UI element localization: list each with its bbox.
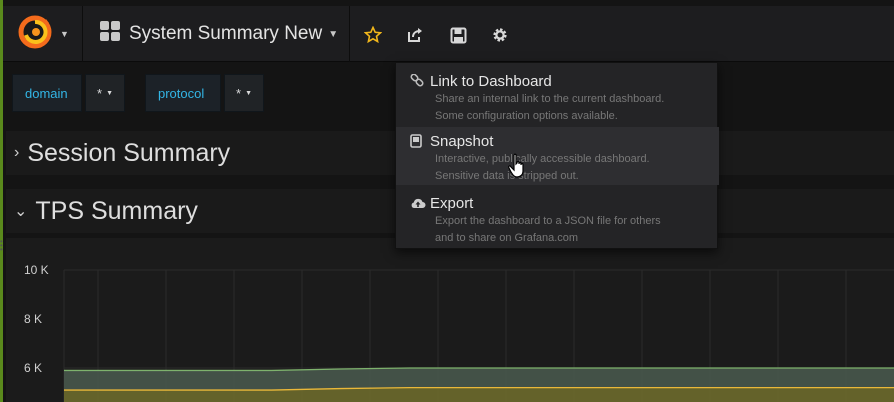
y-tick-label: 8 K bbox=[24, 312, 43, 326]
series-area bbox=[64, 368, 894, 391]
grafana-menu-button[interactable]: ▼ bbox=[3, 6, 83, 62]
variable-value: * bbox=[236, 85, 242, 101]
hand-cursor-icon bbox=[508, 153, 528, 184]
dashboard-grid-icon bbox=[99, 20, 121, 48]
caret-down-icon: ▼ bbox=[106, 89, 113, 97]
menu-item-description: and to share on Grafana.com bbox=[435, 232, 579, 244]
y-tick-label: 6 K bbox=[24, 361, 43, 375]
share-dropdown-menu: Link to Dashboard Share an internal link… bbox=[395, 62, 719, 249]
tps-graph-panel bbox=[6, 238, 894, 402]
caret-down-icon: ▼ bbox=[60, 29, 69, 39]
variable-dropdown-protocol[interactable]: * ▼ bbox=[224, 74, 264, 112]
cloud-upload-icon bbox=[410, 197, 430, 209]
menu-item-title: Snapshot bbox=[430, 132, 494, 150]
menu-item-description: Export the dashboard to a JSON file for … bbox=[435, 215, 661, 227]
menu-item-description: Interactive, publically accessible dashb… bbox=[435, 153, 650, 165]
menu-item-link-to-dashboard[interactable]: Link to Dashboard Share an internal link… bbox=[396, 69, 719, 127]
variable-label-protocol: protocol bbox=[145, 74, 221, 112]
menu-item-export[interactable]: Export Export the dashboard to a JSON fi… bbox=[396, 189, 719, 247]
menu-item-title: Link to Dashboard bbox=[430, 72, 552, 90]
gear-icon[interactable] bbox=[488, 24, 512, 46]
menu-item-description: Some configuration options available. bbox=[435, 110, 618, 122]
caret-down-icon: ▼ bbox=[245, 89, 252, 97]
share-icon[interactable] bbox=[403, 24, 427, 46]
menu-item-description: Sensitive data is stripped out. bbox=[435, 170, 579, 182]
variable-value: * bbox=[97, 85, 103, 101]
save-icon[interactable] bbox=[446, 24, 470, 46]
variable-label-domain: domain bbox=[12, 74, 82, 112]
chevron-right-icon: › bbox=[14, 144, 20, 161]
star-icon[interactable] bbox=[361, 24, 385, 46]
menu-item-description: Share an internal link to the current da… bbox=[435, 93, 665, 105]
dashboard-title-button[interactable]: System Summary New ▼ bbox=[85, 6, 350, 62]
variable-dropdown-domain[interactable]: * ▼ bbox=[85, 74, 125, 112]
top-navbar: ▼ System Summary New ▼ bbox=[3, 6, 894, 62]
y-tick-label: 10 K bbox=[24, 263, 49, 277]
row-title: TPS Summary bbox=[35, 196, 198, 225]
dashboard-title: System Summary New bbox=[129, 23, 323, 44]
caret-down-icon: ▼ bbox=[328, 28, 339, 40]
link-icon bbox=[410, 74, 430, 88]
snapshot-icon bbox=[410, 134, 430, 148]
menu-item-snapshot[interactable]: Snapshot Interactive, publically accessi… bbox=[396, 127, 719, 185]
chevron-down-icon: ⌄ bbox=[14, 203, 28, 220]
menu-item-title: Export bbox=[430, 194, 474, 212]
grafana-logo-icon bbox=[16, 13, 54, 56]
tps-graph bbox=[63, 269, 894, 402]
row-title: Session Summary bbox=[27, 138, 231, 167]
